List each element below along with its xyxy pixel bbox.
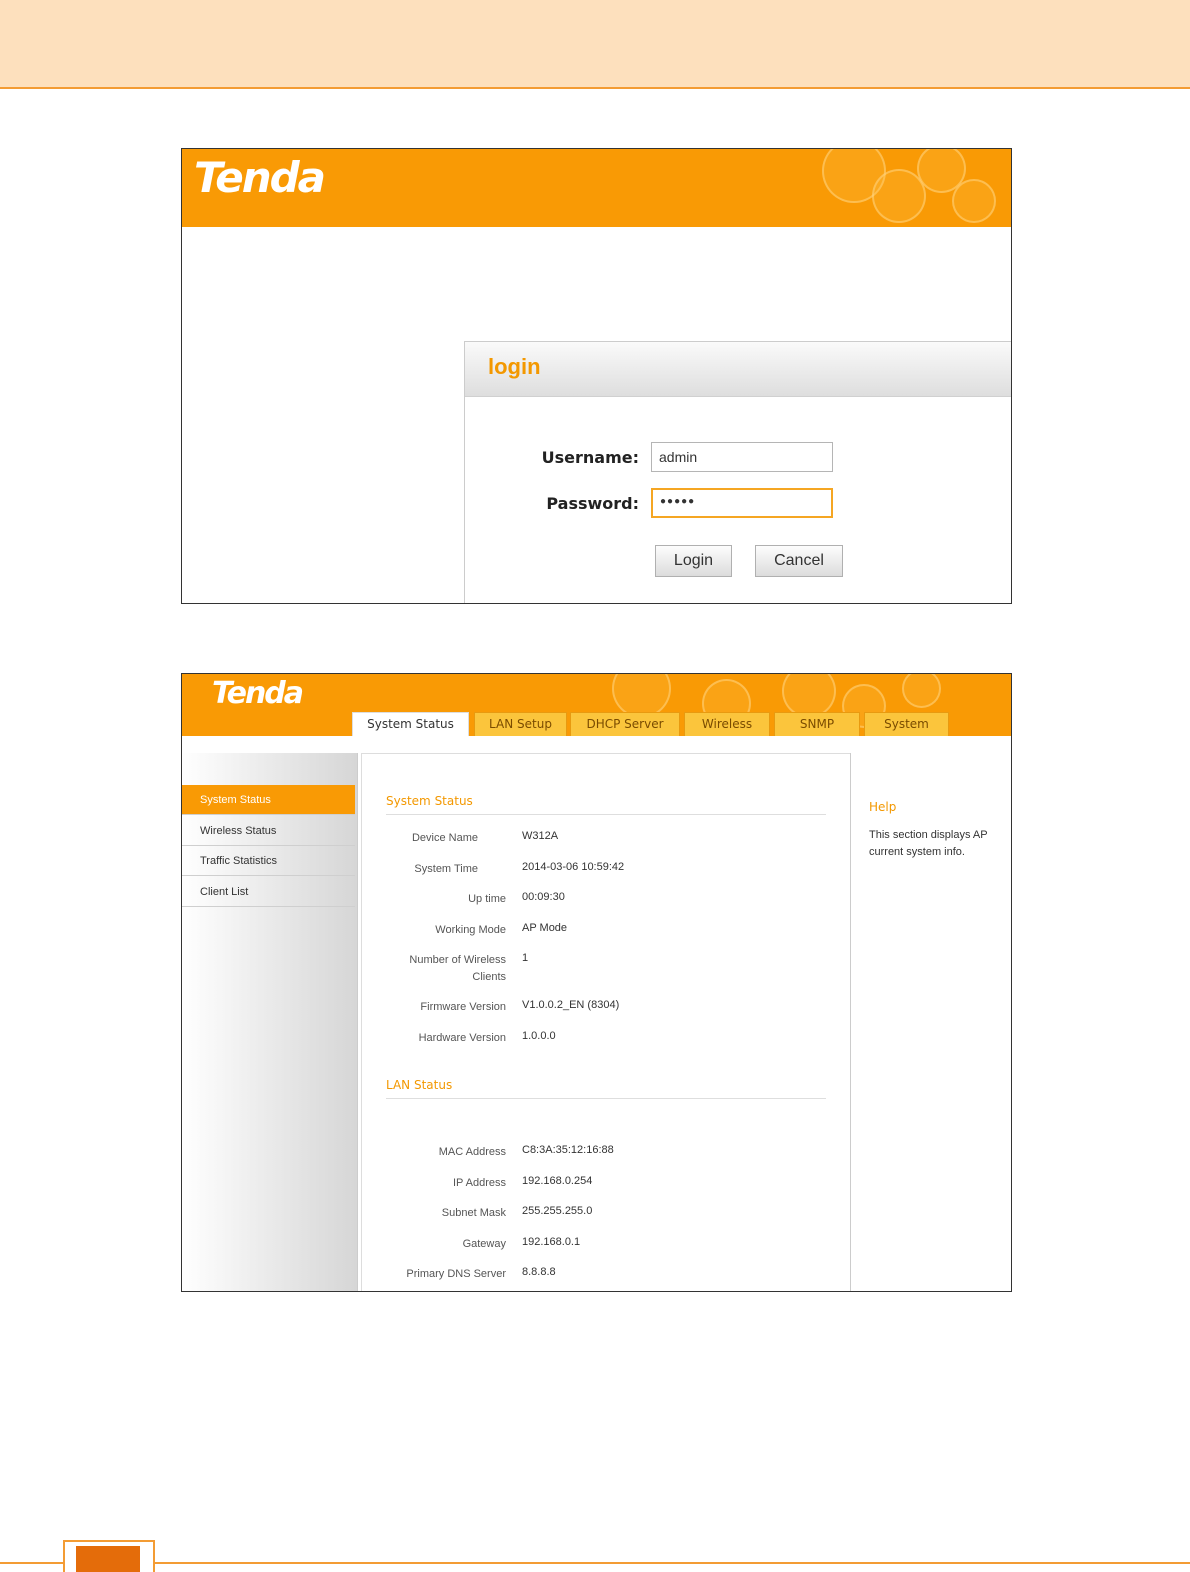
login-screenshot: Tenda login Username: admin Password: ●●… (181, 148, 1012, 604)
row-value: W312A (522, 830, 559, 842)
row-value: 192.168.0.1 (522, 1236, 581, 1248)
row-value: 2014-03-06 10:59:42 (522, 861, 625, 873)
row-label: Primary DNS Server (406, 1268, 506, 1280)
row-value: AP Mode (522, 922, 568, 934)
tab-dhcp-server[interactable]: DHCP Server (570, 712, 680, 736)
login-button[interactable]: Login (655, 545, 732, 577)
row-value: 8.8.8.8 (522, 1266, 556, 1278)
help-title: Help (869, 800, 897, 814)
password-input[interactable]: ●●●●● (651, 488, 833, 518)
password-label: Password: (546, 494, 639, 513)
row-label: Subnet Mask (441, 1207, 506, 1219)
row-label: Working Mode (435, 924, 506, 936)
status-header: Tenda System Status LAN Setup DHCP Serve… (182, 674, 1011, 736)
tab-snmp[interactable]: SNMP (774, 712, 860, 736)
main-content: System Status Device Name W312A System T… (361, 753, 851, 1291)
row-value: 255.255.255.0 (522, 1205, 593, 1217)
section-title-system-status: System Status (386, 794, 473, 808)
row-label: IP Address (453, 1177, 506, 1189)
row-value: 1.0.0.0 (522, 1030, 556, 1042)
row-value: 00:09:30 (522, 891, 565, 903)
row-value: V1.0.0.2_EN (8304) (522, 999, 620, 1011)
tab-lan-setup[interactable]: LAN Setup (474, 712, 567, 736)
username-input[interactable]: admin (651, 442, 833, 472)
tab-system-status[interactable]: System Status (352, 712, 469, 736)
page-header-band (0, 0, 1190, 89)
sidebar-item-wireless-status[interactable]: Wireless Status (182, 816, 355, 846)
tenda-logo: Tenda (212, 676, 304, 711)
section-divider (386, 1098, 826, 1099)
section-title-lan-status: LAN Status (386, 1078, 453, 1092)
row-value: 1 (522, 952, 529, 964)
footer-rule (0, 1562, 1190, 1564)
row-label: MAC Address (438, 1146, 506, 1158)
login-panel-header: login (465, 342, 1011, 397)
tab-system[interactable]: System (864, 712, 949, 736)
row-label: Gateway (462, 1238, 506, 1250)
username-label: Username: (541, 448, 639, 467)
help-panel: Help This section displays AP current sy… (850, 753, 1011, 1291)
help-text: This section displays AP current system … (869, 829, 988, 858)
cancel-button[interactable]: Cancel (755, 545, 843, 577)
login-header: Tenda (182, 149, 1011, 227)
row-label: Device Name (411, 832, 478, 844)
row-label: Up time (468, 893, 506, 905)
sidebar-item-traffic-statistics[interactable]: Traffic Statistics (182, 846, 355, 876)
decor-bubble-icon (902, 674, 941, 708)
row-label: Firmware Version (420, 1001, 506, 1013)
row-value: 192.168.0.254 (522, 1175, 593, 1187)
row-label: Hardware Version (418, 1032, 506, 1044)
status-screenshot: Tenda System Status LAN Setup DHCP Serve… (181, 673, 1012, 1292)
footer-page-block (76, 1546, 140, 1572)
section-divider (386, 814, 826, 815)
sidebar-item-client-list[interactable]: Client List (182, 877, 355, 907)
decor-bubble-icon (952, 179, 996, 223)
login-title: login (488, 354, 541, 379)
tenda-logo: Tenda (194, 153, 326, 202)
tab-wireless[interactable]: Wireless (684, 712, 770, 736)
login-panel: login Username: admin Password: ●●●●● Lo… (464, 341, 1011, 603)
row-label: Number of Wireless Clients (409, 954, 506, 983)
row-value: C8:3A:35:12:16:88 (522, 1144, 614, 1156)
sidebar-item-system-status[interactable]: System Status (182, 785, 355, 815)
row-label: System Time (414, 863, 478, 875)
sidebar: System Status Wireless Status Traffic St… (182, 753, 358, 1291)
